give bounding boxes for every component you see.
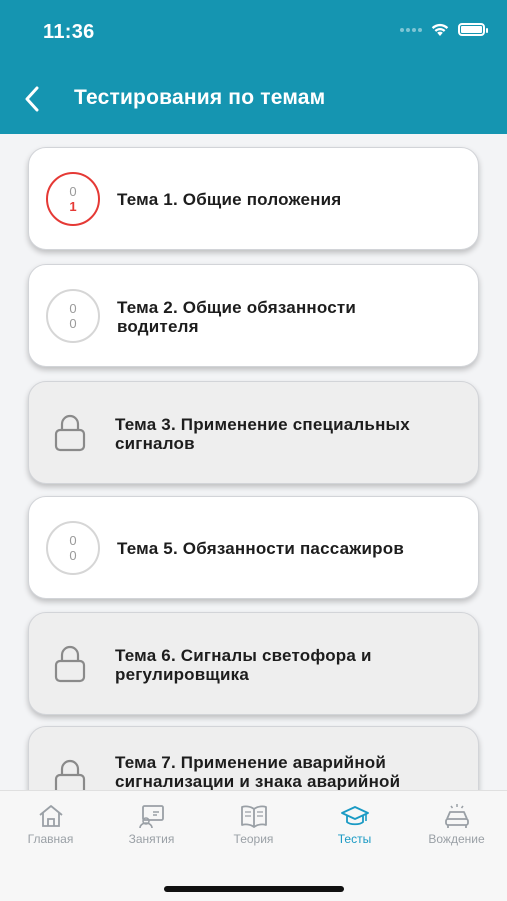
status-time: 11:36 bbox=[43, 21, 95, 43]
wrong-count: 0 bbox=[69, 315, 77, 331]
topic-card-2[interactable]: 0 0 Тема 2. Общие обязанности водителя bbox=[28, 264, 479, 367]
book-icon bbox=[240, 805, 267, 828]
tab-lessons[interactable]: Занятия bbox=[101, 803, 202, 846]
graduation-cap-icon bbox=[340, 806, 369, 826]
tab-tests[interactable]: Тесты bbox=[304, 803, 405, 846]
lessons-icon bbox=[138, 805, 164, 829]
chevron-left-icon bbox=[25, 86, 39, 112]
lock-icon bbox=[54, 414, 86, 451]
topic-title: Тема 1. Общие положения bbox=[117, 190, 342, 209]
page-title: Тестирования по темам bbox=[74, 86, 326, 109]
correct-count: 0 bbox=[69, 532, 77, 548]
home-indicator bbox=[164, 886, 344, 892]
topic-card-3[interactable]: Тема 3. Применение специальных сигналов bbox=[28, 381, 479, 484]
tab-theory[interactable]: Теория bbox=[203, 803, 304, 846]
tab-label: Вождение bbox=[428, 832, 485, 846]
car-icon bbox=[444, 804, 469, 828]
topic-title: Тема 7. Применение аварийной сигнализаци… bbox=[115, 753, 401, 790]
wrong-count: 0 bbox=[69, 547, 77, 563]
topic-list[interactable]: 0 1 Тема 1. Общие положения 0 0 Тема 2. … bbox=[0, 134, 507, 790]
topic-title: Тема 3. Применение специальных сигналов bbox=[115, 415, 410, 453]
tab-label: Занятия bbox=[128, 832, 175, 846]
topic-card-6[interactable]: Тема 6. Сигналы светофора и регулировщик… bbox=[28, 612, 479, 715]
battery-icon bbox=[458, 23, 488, 36]
tab-label: Тесты bbox=[337, 832, 372, 846]
signal-icon bbox=[400, 27, 422, 32]
topic-title: Тема 2. Общие обязанности водителя bbox=[117, 298, 357, 336]
lock-icon bbox=[54, 645, 86, 682]
status-indicators bbox=[400, 22, 488, 37]
app-header: 11:36 Тестирования по темам bbox=[0, 0, 507, 134]
back-button[interactable] bbox=[24, 84, 52, 114]
tab-home[interactable]: Главная bbox=[0, 803, 101, 846]
correct-count: 0 bbox=[69, 300, 77, 316]
wifi-icon bbox=[431, 23, 449, 36]
lock-icon bbox=[54, 759, 86, 790]
correct-count: 0 bbox=[69, 183, 77, 199]
home-icon bbox=[38, 805, 63, 827]
progress-badge: 0 0 bbox=[46, 288, 100, 343]
wrong-count: 1 bbox=[69, 198, 77, 214]
progress-badge: 0 0 bbox=[46, 520, 100, 575]
progress-badge: 0 1 bbox=[46, 171, 100, 226]
tab-label: Теория bbox=[233, 832, 274, 846]
topic-card-1[interactable]: 0 1 Тема 1. Общие положения bbox=[28, 147, 479, 250]
tab-bar: Главная Занятия Теория Тесты Вождение bbox=[0, 790, 507, 901]
topic-card-7[interactable]: Тема 7. Применение аварийной сигнализаци… bbox=[28, 726, 479, 790]
topic-title: Тема 5. Обязанности пассажиров bbox=[117, 539, 404, 558]
topic-card-5[interactable]: 0 0 Тема 5. Обязанности пассажиров bbox=[28, 496, 479, 599]
tab-driving[interactable]: Вождение bbox=[406, 803, 507, 846]
tab-label: Главная bbox=[27, 832, 74, 846]
topic-title: Тема 6. Сигналы светофора и регулировщик… bbox=[115, 646, 372, 684]
